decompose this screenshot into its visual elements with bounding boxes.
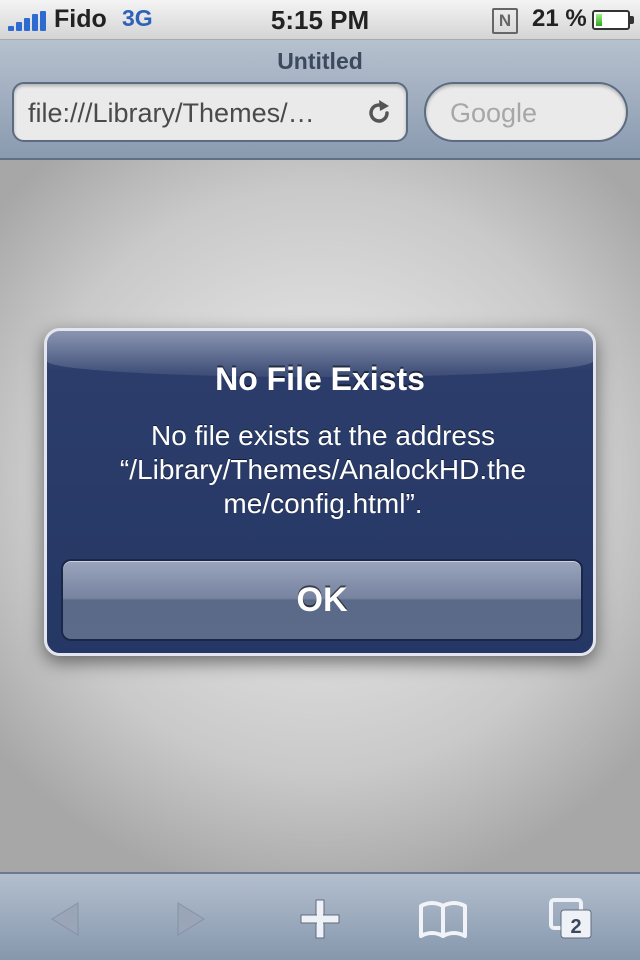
battery-percent: 21 %: [532, 5, 587, 32]
bookmarks-icon[interactable]: [418, 894, 468, 944]
browser-nav-bar: Untitled file:///Library/Themes/… Google: [0, 40, 640, 160]
url-field[interactable]: file:///Library/Themes/…: [12, 82, 408, 142]
back-arrow-icon[interactable]: [40, 894, 90, 944]
notification-n-icon: N: [492, 8, 518, 34]
page-title: Untitled: [277, 48, 363, 74]
pages-icon[interactable]: 2: [547, 894, 595, 944]
alert-message-line: “/Library/Themes/AnalockHD.the: [119, 454, 527, 485]
ok-button[interactable]: OK: [61, 559, 583, 641]
forward-arrow-icon[interactable]: [166, 894, 216, 944]
reload-icon[interactable]: [364, 98, 394, 128]
alert-dialog: No File Exists No file exists at the add…: [44, 328, 596, 656]
battery-level-fill: [596, 14, 603, 26]
search-field[interactable]: Google: [424, 82, 628, 142]
tabs-count: 2: [570, 916, 581, 938]
status-bar: Fido 3G 5:15 PM N 21 %: [0, 0, 640, 40]
browser-toolbar: 2: [0, 872, 640, 960]
add-icon[interactable]: [295, 894, 345, 944]
url-text: file:///Library/Themes/…: [28, 98, 315, 128]
alert-message: No file exists at the address “/Library/…: [67, 419, 579, 521]
alert-message-line: me/config.html”.: [223, 488, 423, 519]
alert-message-line: No file exists at the address: [151, 420, 495, 451]
search-placeholder: Google: [450, 98, 538, 128]
alert-title: No File Exists: [215, 361, 425, 397]
battery-icon: [592, 10, 634, 30]
